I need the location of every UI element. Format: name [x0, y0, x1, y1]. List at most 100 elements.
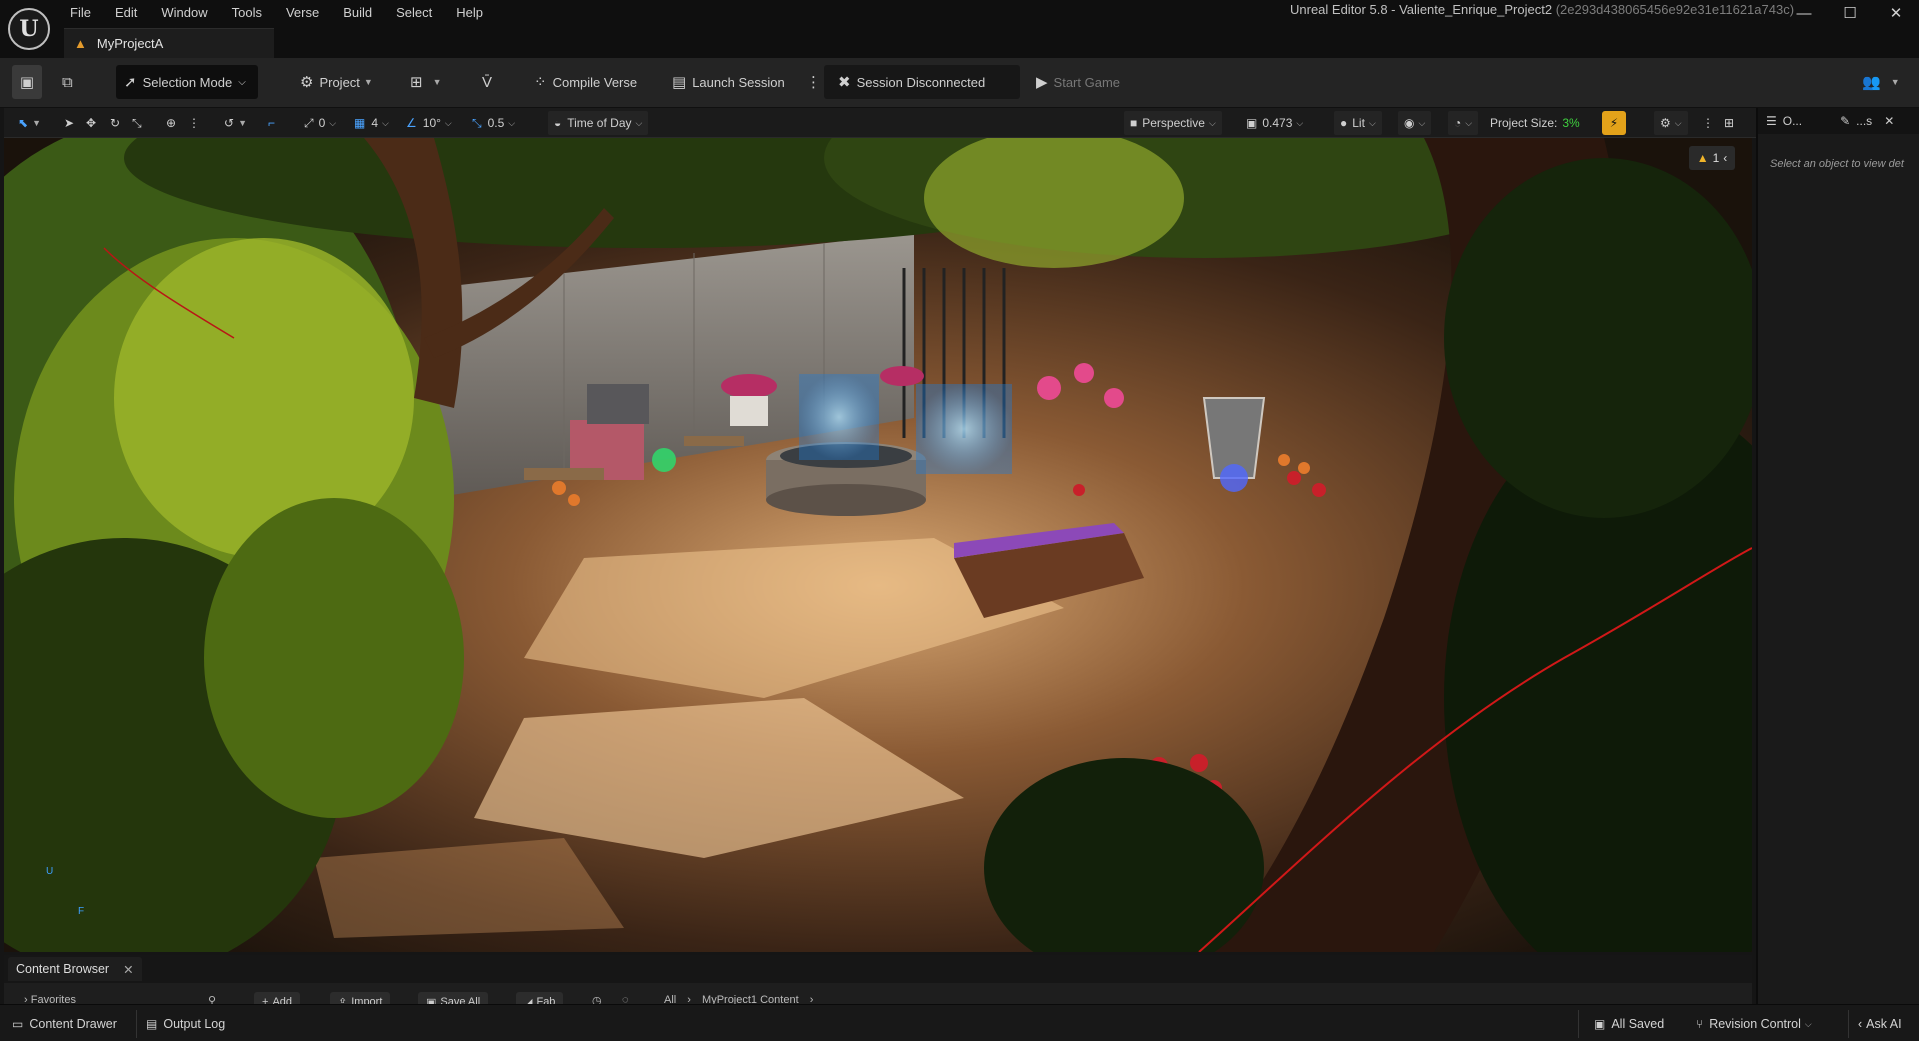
chevron-right-icon: › — [24, 994, 31, 1004]
scale-tool[interactable]: ⤡ — [132, 108, 142, 138]
camera-speed-dropdown[interactable]: ▣ 0.473 ⌵ — [1246, 108, 1303, 138]
select-tool[interactable]: ➤ — [64, 108, 74, 138]
chevron-down-icon: ⌵ — [1368, 117, 1376, 128]
menu-item-verse[interactable]: Verse — [274, 0, 331, 26]
axis-up-label: U — [46, 866, 54, 877]
menu-item-file[interactable]: File — [58, 0, 103, 26]
content-browser-toolbar: › Favorites ⚲ + Add ⇪ Import ▣ Save All ◢ Fa… — [4, 983, 1752, 1004]
add-actor-dropdown[interactable]: ⊞ ▼ — [410, 65, 442, 99]
gauge-icon: ◔ — [1454, 116, 1462, 130]
realtime-toggle[interactable]: ⚡ — [1602, 108, 1626, 138]
favorites-header[interactable]: › Favorites — [24, 994, 76, 1004]
content-drawer-button[interactable]: ▭ Content Drawer — [12, 1012, 117, 1036]
rotation-snap-dropdown[interactable]: ⌐ — [268, 108, 275, 138]
project-dropdown[interactable]: ⚙ Project ▼ — [300, 65, 373, 99]
view-mode-dropdown[interactable]: ● Lit ⌵ — [1334, 111, 1382, 135]
menu-item-build[interactable]: Build — [331, 0, 384, 26]
transform-mode-dropdown[interactable]: ⬉ ▼ — [18, 108, 41, 138]
save-status-icon: ▣ — [1594, 1017, 1606, 1031]
project-tab[interactable]: ▲ MyProjectA — [64, 28, 274, 58]
right-panel-tabs: ☰ O... ✎ ...s ✕ — [1758, 108, 1919, 134]
window-controls: — ☐ ✕ — [1781, 0, 1919, 26]
collaborators-button[interactable]: 👥 ▼ — [1862, 65, 1900, 99]
history-forward-button[interactable]: ◌ — [622, 994, 629, 1004]
revision-control-dropdown[interactable]: ⑂ Revision Control ⌵ — [1696, 1012, 1812, 1036]
maximize-button[interactable]: ☐ — [1827, 0, 1873, 26]
time-of-day-dropdown[interactable]: ◒ Time of Day ⌵ — [548, 111, 649, 135]
chevron-down-icon: ▼ — [432, 77, 442, 87]
browse-level-button[interactable]: ⧉ — [62, 65, 79, 99]
warning-count: 1 — [1712, 151, 1720, 165]
branch-icon: ⑂ — [1696, 1017, 1704, 1031]
level-viewport[interactable] — [4, 138, 1752, 952]
viewport-settings-dropdown[interactable]: ⚙ ⌵ — [1654, 111, 1688, 135]
world-local-toggle[interactable]: ⊕ — [166, 108, 176, 138]
launch-session-button[interactable]: ▤ Launch Session — [672, 65, 785, 99]
chevron-down-icon: ⌵ — [444, 117, 452, 128]
users-icon: 👥 — [1862, 74, 1881, 91]
start-game-button[interactable]: ▶ Start Game — [1036, 65, 1120, 99]
scale-snap-dropdown[interactable]: ⤡ 0.5 ⌵ — [472, 108, 515, 138]
breadcrumb-folder[interactable]: MyProject1 Content — [702, 994, 799, 1004]
close-icon[interactable]: ✕ — [1884, 114, 1894, 128]
angle-snap-value: 10° — [422, 116, 441, 130]
tab-details[interactable]: ✎ ...s ✕ — [1832, 114, 1902, 128]
breadcrumb-all[interactable]: All — [664, 994, 676, 1004]
disconnected-icon: ✖ — [838, 74, 851, 91]
selection-mode-dropdown[interactable]: ➚ Selection Mode ⌵ — [116, 65, 258, 99]
close-window-button[interactable]: ✕ — [1873, 0, 1919, 26]
save-button[interactable]: ▣ — [12, 65, 42, 99]
surface-snap-dropdown[interactable]: ↺ ▼ — [224, 108, 247, 138]
compile-verse-button[interactable]: ⁘ Compile Verse — [534, 65, 637, 99]
session-status[interactable]: ✖ Session Disconnected — [824, 65, 1020, 99]
project-size-indicator[interactable]: Project Size: 3% — [1490, 108, 1580, 138]
tab-content-browser[interactable]: Content Browser ✕ — [8, 957, 142, 981]
show-flags-dropdown[interactable]: ◉ ⌵ — [1398, 111, 1432, 135]
close-icon[interactable]: ✕ — [123, 962, 133, 977]
angle-snap-dropdown[interactable]: ∠ 10° ⌵ — [406, 108, 452, 138]
all-saved-button[interactable]: ▣ All Saved — [1594, 1012, 1664, 1036]
all-saved-label: All Saved — [1611, 1017, 1665, 1031]
snap-0-dropdown[interactable]: ⤢ 0 ⌵ — [304, 108, 336, 138]
menu-item-edit[interactable]: Edit — [103, 0, 149, 26]
gear-icon: ⚙ — [1660, 116, 1671, 130]
rotate-tool[interactable]: ↻ — [110, 108, 120, 138]
add-button[interactable]: + Add — [254, 992, 301, 1004]
perspective-dropdown[interactable]: ■ Perspective ⌵ — [1124, 111, 1222, 135]
menu-item-select[interactable]: Select — [384, 0, 444, 26]
performance-dropdown[interactable]: ◔ ⌵ — [1448, 111, 1479, 135]
camera-icon: ■ — [1130, 116, 1138, 130]
import-button[interactable]: ⇪ Import — [330, 992, 391, 1004]
details-empty-hint: Select an object to view det — [1770, 158, 1904, 170]
warning-badge[interactable]: ▲ 1 ‹ — [1689, 146, 1735, 170]
viewport-more-button[interactable]: ⋮ — [1702, 108, 1714, 138]
tab-details-label: ...s — [1856, 114, 1873, 128]
drawer-icon: ▭ — [12, 1017, 24, 1031]
divider — [1578, 1010, 1579, 1038]
menu-item-window[interactable]: Window — [149, 0, 219, 26]
viewport-options-button[interactable]: ⋮ — [188, 108, 200, 138]
history-back-button[interactable]: ◷ — [592, 994, 602, 1004]
menu-item-tools[interactable]: Tools — [220, 0, 274, 26]
divider — [136, 1010, 137, 1038]
scale-snap-value: 0.5 — [487, 116, 505, 130]
move-icon: ✥ — [86, 116, 97, 130]
tab-outliner[interactable]: ☰ O... — [1758, 114, 1810, 128]
save-all-button[interactable]: ▣ Save All — [418, 992, 489, 1004]
scale-icon: ⤡ — [132, 115, 142, 130]
layout-button[interactable]: ⊞ — [1724, 108, 1734, 138]
minimize-button[interactable]: — — [1781, 0, 1827, 26]
grid-snap-dropdown[interactable]: ▦ 4 ⌵ — [354, 108, 389, 138]
unreal-logo-icon[interactable]: U — [8, 8, 50, 50]
chevron-down-icon: ▼ — [1890, 77, 1900, 87]
fab-button[interactable]: ◢ Fab — [516, 992, 564, 1004]
selection-mode-icon: ➚ — [124, 74, 137, 91]
plus-icon: + — [262, 996, 269, 1004]
output-log-button[interactable]: ▤ Output Log — [146, 1012, 225, 1036]
translate-tool[interactable]: ✥ — [86, 108, 96, 138]
menu-item-help[interactable]: Help — [444, 0, 495, 26]
search-icon[interactable]: ⚲ — [208, 994, 216, 1004]
ask-ai-button[interactable]: ‹ Ask AI — [1858, 1012, 1902, 1036]
verse-button[interactable]: V̄ — [482, 65, 498, 99]
chevron-left-icon: ‹ — [1858, 1017, 1863, 1031]
